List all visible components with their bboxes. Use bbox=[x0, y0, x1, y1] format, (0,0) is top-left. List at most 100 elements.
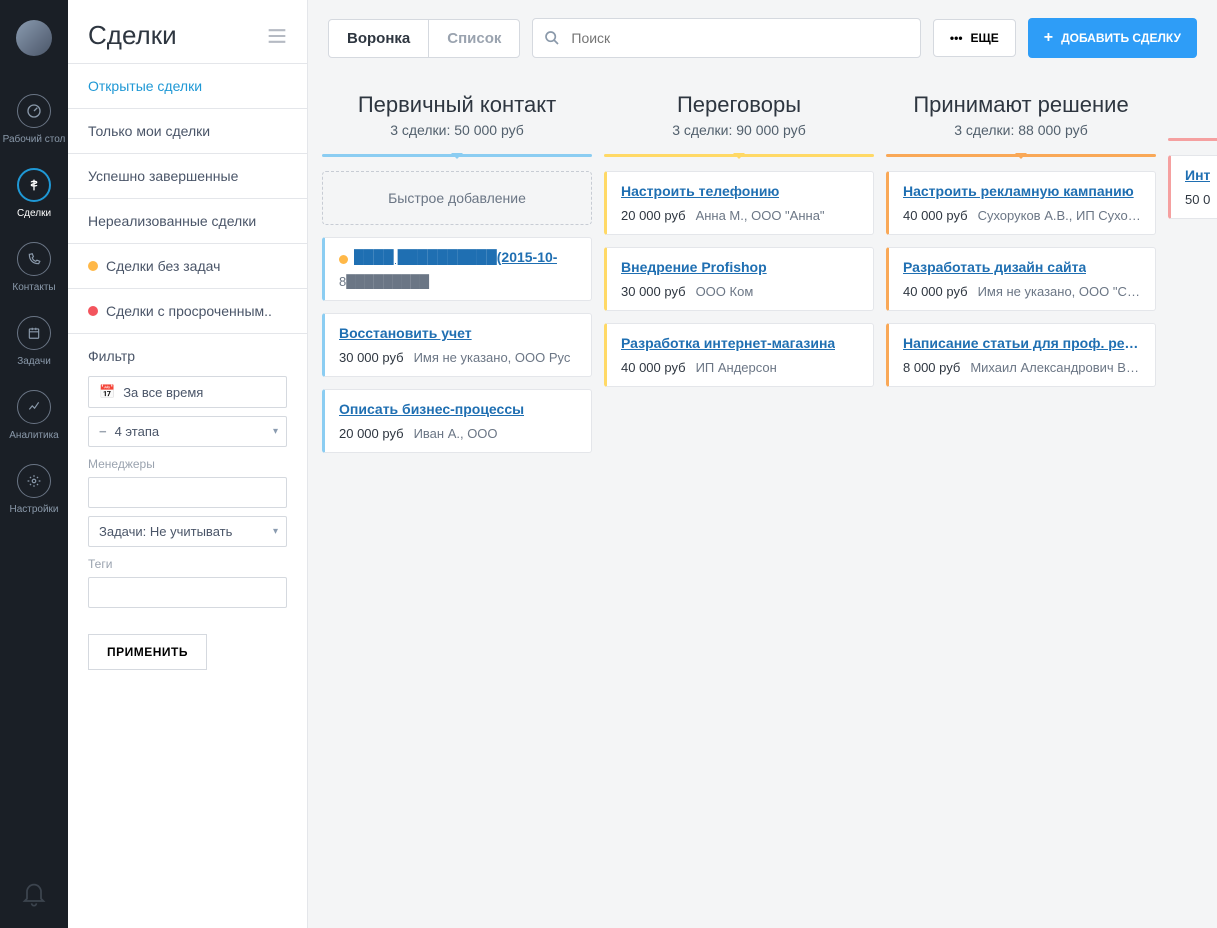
deal-title: ████ ██████████(2015-10- bbox=[354, 249, 557, 265]
managers-input[interactable] bbox=[88, 477, 287, 508]
kanban-board: Первичный контакт 3 сделки: 50 000 руб Быс… bbox=[308, 76, 1217, 928]
nav-label: Задачи bbox=[17, 356, 51, 368]
column-title: Первичный контакт bbox=[322, 92, 592, 118]
apply-button[interactable]: ПРИМЕНИТЬ bbox=[88, 634, 207, 670]
sidebar-item-5[interactable]: Сделки с просроченным.. bbox=[68, 289, 307, 334]
deal-meta: 30 000 рубИмя не указано, ООО Рус bbox=[339, 350, 577, 365]
nav-label: Сделки bbox=[17, 208, 51, 220]
column-title: Принимают решение bbox=[886, 92, 1156, 118]
phone-icon bbox=[17, 242, 51, 276]
add-deal-button[interactable]: + ДОБАВИТЬ СДЕЛКУ bbox=[1028, 18, 1197, 58]
sidebar-item-4[interactable]: Сделки без задач bbox=[68, 244, 307, 289]
more-button-label: ЕЩЕ bbox=[971, 31, 999, 45]
deal-card[interactable]: Написание статьи для проф. ресур8 000 ру… bbox=[886, 323, 1156, 387]
deal-price: 20 000 руб bbox=[621, 208, 686, 223]
deal-price: 40 000 руб bbox=[903, 284, 968, 299]
left-nav: Рабочий стол Сделки Контакты Задачи Анал… bbox=[0, 0, 68, 928]
deal-card[interactable]: Разработка интернет-магазина40 000 рубИП… bbox=[604, 323, 874, 387]
sidebar-title: Сделки bbox=[88, 20, 177, 51]
deal-meta: 8 000 рубМихаил Александрович В., ОО bbox=[903, 360, 1141, 375]
column-subtitle: 3 сделки: 50 000 руб bbox=[322, 122, 592, 138]
managers-label: Менеджеры bbox=[88, 457, 287, 471]
nav-item-analytics[interactable]: Аналитика bbox=[0, 380, 68, 454]
nav-item-deals[interactable]: Сделки bbox=[0, 158, 68, 232]
nav-label: Аналитика bbox=[9, 430, 59, 442]
chart-icon bbox=[17, 390, 51, 424]
nav-item-dashboard[interactable]: Рабочий стол bbox=[0, 84, 68, 158]
avatar[interactable] bbox=[16, 20, 52, 56]
deal-title: Разработка интернет-магазина bbox=[621, 335, 835, 351]
deal-card[interactable]: Разработать дизайн сайта 40 000 рубИмя не… bbox=[886, 247, 1156, 311]
more-button[interactable]: ••• ЕЩЕ bbox=[933, 19, 1016, 57]
deal-card[interactable]: Настроить телефонию 20 000 руб Анна М., ОО… bbox=[604, 171, 874, 235]
plus-icon: + bbox=[1044, 29, 1053, 47]
deal-card[interactable]: ████ ██████████(2015-10- 8█████████ bbox=[322, 237, 592, 301]
deal-card[interactable]: Инт50 0 bbox=[1168, 155, 1217, 219]
column-bar bbox=[604, 154, 874, 157]
sidebar-item-0[interactable]: Открытые сделки bbox=[68, 64, 307, 109]
deal-contact: Михаил Александрович В., ОО bbox=[970, 360, 1141, 375]
deal-contact: 8█████████ bbox=[339, 274, 429, 289]
deal-meta: 40 000 рубСухоруков А.В., ИП Сухоруко bbox=[903, 208, 1141, 223]
search-input[interactable] bbox=[532, 18, 921, 58]
add-deal-label: ДОБАВИТЬ СДЕЛКУ bbox=[1061, 31, 1181, 45]
calendar-icon bbox=[17, 316, 51, 350]
date-filter[interactable]: 📅 За все время bbox=[88, 376, 287, 408]
nav-item-tasks[interactable]: Задачи bbox=[0, 306, 68, 380]
stages-select[interactable]: − 4 этапа ▾ bbox=[88, 416, 287, 447]
nav-item-contacts[interactable]: Контакты bbox=[0, 232, 68, 306]
deal-price: 40 000 руб bbox=[621, 360, 686, 375]
status-dot bbox=[88, 306, 98, 316]
deal-meta: 40 000 рубИмя не указано, ООО "Санам bbox=[903, 284, 1141, 299]
deal-meta: 8█████████ bbox=[339, 274, 577, 289]
chevron-down-icon: ▾ bbox=[273, 526, 278, 537]
column-1: Переговоры3 сделки: 90 000 рубНастроить … bbox=[598, 84, 880, 908]
sidebar-item-3[interactable]: Нереализованные сделки bbox=[68, 199, 307, 244]
deal-contact: Анна М., ООО "Анна" bbox=[696, 208, 825, 223]
tags-input[interactable] bbox=[88, 577, 287, 608]
nav-item-settings[interactable]: Настройки bbox=[0, 454, 68, 528]
deal-title: Описать бизнес-процессы bbox=[339, 401, 524, 417]
column-bar bbox=[322, 154, 592, 157]
toolbar: Воронка Список ••• ЕЩЕ + ДОБАВИТЬ СДЕЛКУ bbox=[308, 0, 1217, 76]
column-2: Принимают решение3 сделки: 88 000 рубНас… bbox=[880, 84, 1162, 908]
sidebar-item-label: Только мои сделки bbox=[88, 123, 210, 139]
deal-contact: ООО Ком bbox=[696, 284, 754, 299]
column-title: Переговоры bbox=[604, 92, 874, 118]
sidebar-item-2[interactable]: Успешно завершенные bbox=[68, 154, 307, 199]
deal-title: Настроить телефонию bbox=[621, 183, 779, 199]
dollar-icon bbox=[17, 168, 51, 202]
tasks-select[interactable]: Задачи: Не учитывать ▾ bbox=[88, 516, 287, 547]
deal-contact: Иван А., ООО bbox=[414, 426, 498, 441]
tab-list[interactable]: Список bbox=[429, 20, 519, 57]
column-bar bbox=[1168, 138, 1217, 141]
status-dot bbox=[88, 261, 98, 271]
sidebar-item-label: Сделки без задач bbox=[106, 258, 220, 274]
bell-icon[interactable] bbox=[20, 880, 48, 928]
stages-select-label: 4 этапа bbox=[115, 424, 160, 439]
sidebar-item-label: Успешно завершенные bbox=[88, 168, 238, 184]
sidebar-item-1[interactable]: Только мои сделки bbox=[68, 109, 307, 154]
menu-icon[interactable] bbox=[267, 28, 287, 44]
sidebar-item-label: Открытые сделки bbox=[88, 78, 202, 94]
tags-label: Теги bbox=[88, 557, 287, 571]
quick-add[interactable]: Быстрое добавление bbox=[322, 171, 592, 225]
deal-title: Разработать дизайн сайта bbox=[903, 259, 1086, 275]
deal-title: Настроить рекламную кампанию bbox=[903, 183, 1134, 199]
deal-meta: 30 000 рубООО Ком bbox=[621, 284, 859, 299]
deal-card[interactable]: Настроить рекламную кампанию 40 000 рубСу… bbox=[886, 171, 1156, 235]
tab-funnel[interactable]: Воронка bbox=[329, 20, 429, 57]
sidebar-item-label: Сделки с просроченным.. bbox=[106, 303, 272, 319]
sidebar-item-label: Нереализованные сделки bbox=[88, 213, 256, 229]
sidebar: Сделки Открытые сделки Только мои сделки У… bbox=[68, 0, 308, 928]
view-toggle: Воронка Список bbox=[328, 19, 520, 58]
calendar-icon: 📅 bbox=[99, 384, 115, 400]
column-0: Первичный контакт 3 сделки: 50 000 руб Быс… bbox=[316, 84, 598, 908]
gauge-icon bbox=[17, 94, 51, 128]
deal-card[interactable]: Внедрение Profishop30 000 рубООО Ком bbox=[604, 247, 874, 311]
deal-card[interactable]: Описать бизнес-процессы20 000 рубИван А.… bbox=[322, 389, 592, 453]
deal-card[interactable]: Восстановить учет30 000 рубИмя не указан… bbox=[322, 313, 592, 377]
column-title: Со bbox=[1168, 92, 1217, 118]
chevron-down-icon: ▾ bbox=[273, 426, 278, 437]
filter-heading: Фильтр bbox=[88, 348, 287, 364]
